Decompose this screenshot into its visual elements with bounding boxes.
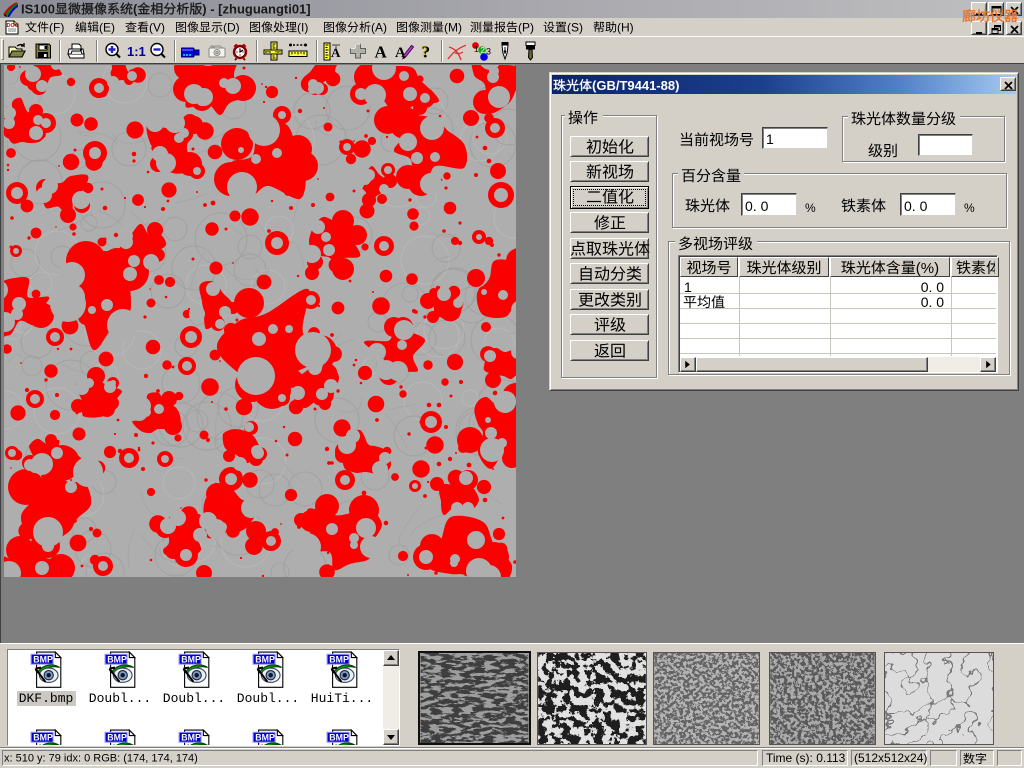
svg-text:BMP: BMP — [181, 733, 201, 743]
svg-text:A: A — [395, 45, 406, 61]
svg-text:BMP: BMP — [33, 655, 53, 665]
svg-text:BMP: BMP — [33, 733, 53, 743]
svg-text:1:1: 1:1 — [127, 44, 146, 59]
svg-text:BMP: BMP — [255, 733, 275, 743]
svg-text:BMP: BMP — [329, 655, 349, 665]
svg-text:?: ? — [422, 43, 431, 61]
svg-text:BMP: BMP — [181, 655, 201, 665]
svg-text:BMP: BMP — [107, 733, 127, 743]
svg-text:BMP: BMP — [329, 733, 349, 743]
svg-text:BMP: BMP — [255, 655, 275, 665]
svg-text:BMP: BMP — [107, 655, 127, 665]
svg-text:A: A — [375, 43, 388, 62]
svg-text:DOC: DOC — [7, 23, 19, 29]
